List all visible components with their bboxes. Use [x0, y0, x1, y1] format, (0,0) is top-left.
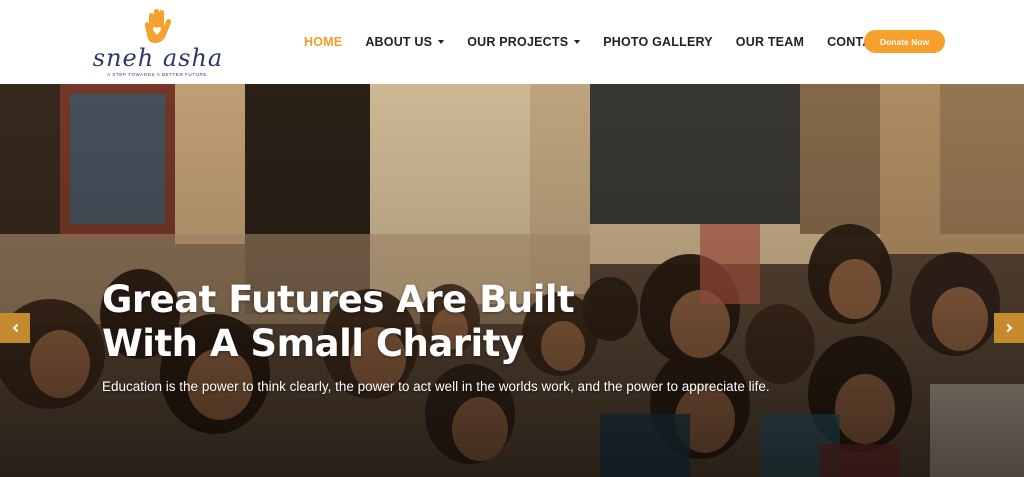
hero-title-line: Great Futures Are Built [102, 278, 575, 321]
caret-down-icon [574, 40, 581, 44]
hero-subtitle: Education is the power to think clearly,… [102, 379, 770, 394]
nav-item-label: OUR TEAM [735, 35, 805, 49]
nav-item-label: ABOUT US [365, 35, 433, 49]
nav-item-photo-gallery[interactable]: PHOTO GALLERY [603, 35, 713, 49]
brand-name: sneh asha [92, 44, 224, 72]
donate-button[interactable]: Donate Now [864, 30, 945, 53]
hero-title: Great Futures Are Built With A Small Cha… [102, 278, 622, 366]
nav-item-our-team[interactable]: OUR TEAM [736, 35, 804, 49]
nav-item-about-us[interactable]: ABOUT US [365, 35, 445, 49]
nav-item-label: HOME [304, 35, 343, 49]
site-logo[interactable]: sneh asha A STEP TOWARDS A BETTER FUTURE… [88, 6, 228, 78]
main-nav: HOME ABOUT US OUR PROJECTS PHOTO GALLERY… [304, 34, 912, 50]
site-header: sneh asha A STEP TOWARDS A BETTER FUTURE… [0, 0, 1024, 84]
nav-item-label: PHOTO GALLERY [603, 35, 713, 49]
slider-next-button[interactable] [994, 313, 1024, 343]
caret-down-icon [438, 40, 445, 44]
nav-item-label: OUR PROJECTS [467, 35, 569, 49]
hand-heart-icon [144, 9, 172, 43]
slider-prev-button[interactable] [0, 313, 30, 343]
nav-item-home[interactable]: HOME [304, 35, 342, 49]
hero-title-line: With A Small Charity [102, 322, 524, 365]
brand-tagline: A STEP TOWARDS A BETTER FUTURE. [107, 72, 209, 77]
chevron-right-icon [1003, 323, 1012, 333]
nav-item-our-projects[interactable]: OUR PROJECTS [467, 35, 581, 49]
chevron-left-icon [12, 323, 21, 333]
